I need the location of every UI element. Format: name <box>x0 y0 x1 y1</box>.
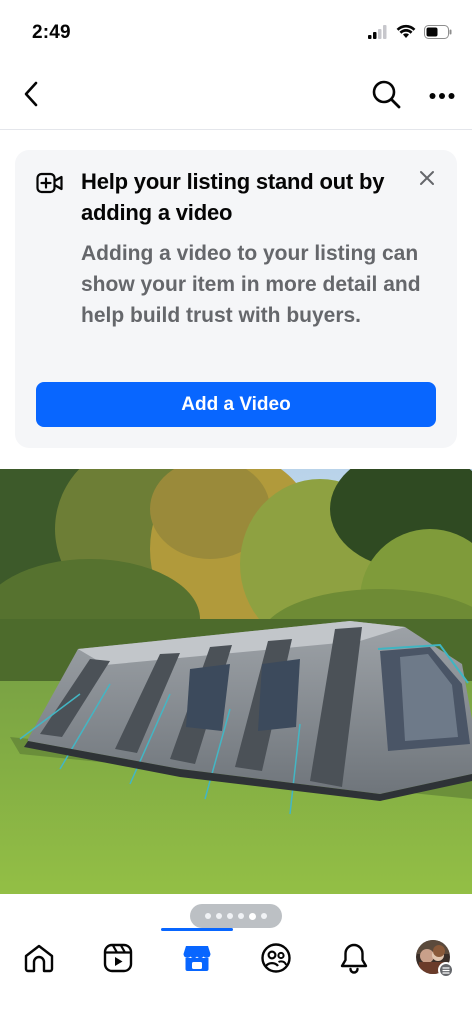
back-chevron-icon <box>23 81 39 112</box>
bottom-tab-bar <box>0 928 472 1024</box>
pagination-dot <box>261 913 267 919</box>
close-icon <box>419 170 435 191</box>
tab-notifications[interactable] <box>330 940 378 980</box>
pagination-dot-active <box>249 912 256 920</box>
video-prompt-title: Help your listing stand out by adding a … <box>81 169 385 225</box>
add-video-button[interactable]: Add a Video <box>36 382 436 427</box>
cellular-signal-icon <box>368 24 388 44</box>
more-options-button[interactable] <box>424 78 460 114</box>
home-icon <box>23 943 55 978</box>
status-bar: 2:49 <box>0 0 472 66</box>
battery-icon <box>424 24 452 44</box>
status-icons <box>368 24 452 44</box>
listing-photo[interactable] <box>0 469 472 894</box>
pagination-dot <box>205 913 211 919</box>
active-tab-indicator <box>161 928 233 931</box>
notifications-icon <box>339 942 369 979</box>
add-video-prompt-card: Help your listing stand out by adding a … <box>15 150 457 448</box>
tab-profile[interactable] <box>416 940 454 978</box>
video-prompt-description: Adding a video to your listing can show … <box>81 242 421 327</box>
tab-friends[interactable] <box>252 940 300 980</box>
tab-marketplace[interactable] <box>173 940 221 980</box>
friends-icon <box>260 942 292 979</box>
status-time: 2:49 <box>32 22 71 43</box>
video-icon <box>103 943 133 978</box>
video-add-icon <box>36 171 64 200</box>
pagination-dot <box>216 913 222 919</box>
dismiss-video-prompt-button[interactable] <box>415 168 439 192</box>
top-nav-bar <box>0 66 472 130</box>
pagination-dot <box>238 913 244 919</box>
menu-badge-icon <box>438 962 454 978</box>
photo-pagination-dots[interactable] <box>190 904 282 928</box>
search-button[interactable] <box>368 78 404 114</box>
search-icon <box>371 79 401 114</box>
wifi-icon <box>396 24 416 44</box>
tab-video[interactable] <box>94 940 142 980</box>
back-button[interactable] <box>14 78 48 114</box>
tab-home[interactable] <box>15 940 63 980</box>
more-dots-icon <box>429 87 455 105</box>
pagination-dot <box>227 913 233 919</box>
marketplace-icon <box>182 943 212 978</box>
